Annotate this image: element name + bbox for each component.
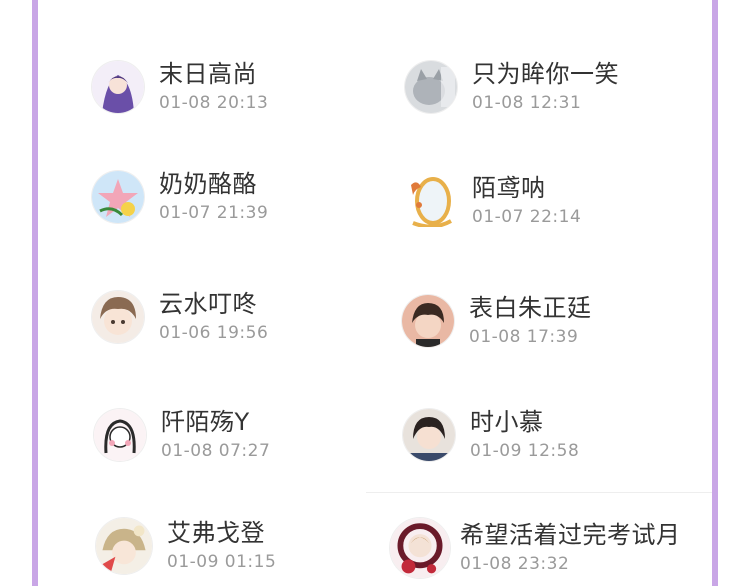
user-name[interactable]: 只为眸你一笑 [472, 60, 619, 88]
user-time: 01-08 23:32 [460, 554, 570, 574]
boy-portrait-icon[interactable] [402, 295, 454, 347]
user-card[interactable]: 云水叮咚 01-06 19:56 [92, 290, 268, 344]
user-card[interactable]: 末日高尚 01-08 20:13 [92, 60, 268, 114]
user-card[interactable]: 阡陌殇Y 01-08 07:27 [94, 408, 270, 462]
user-card[interactable]: 表白朱正廷 01-08 17:39 [402, 294, 592, 348]
user-name[interactable]: 云水叮咚 [159, 290, 268, 318]
user-card[interactable]: 希望活着过完考试月 01-08 23:32 [390, 518, 681, 578]
girl-portrait-icon[interactable] [403, 409, 455, 461]
cartoon-star-icon[interactable] [92, 171, 144, 223]
user-time: 01-09 12:58 [470, 441, 580, 461]
user-card[interactable]: 只为眸你一笑 01-08 12:31 [405, 60, 619, 114]
grey-cat-icon[interactable] [405, 61, 457, 113]
user-card[interactable]: 时小慕 01-09 12:58 [403, 408, 579, 462]
frame-border-right [712, 0, 718, 586]
user-card[interactable]: 陌鸢呐 01-07 22:14 [405, 174, 581, 228]
anime-boy-icon[interactable] [92, 291, 144, 343]
user-name[interactable]: 陌鸢呐 [472, 174, 581, 202]
user-name[interactable]: 阡陌殇Y [161, 408, 270, 436]
row-divider [366, 492, 712, 493]
user-card[interactable]: 奶奶酪酪 01-07 21:39 [92, 170, 268, 224]
user-name[interactable]: 时小慕 [470, 408, 579, 436]
user-name[interactable]: 希望活着过完考试月 [460, 521, 681, 549]
user-time: 01-08 17:39 [469, 327, 579, 347]
user-name[interactable]: 表白朱正廷 [469, 294, 592, 322]
mirror-sticker-icon[interactable] [405, 175, 457, 227]
user-time: 01-07 21:39 [159, 203, 269, 223]
user-name[interactable]: 奶奶酪酪 [159, 170, 268, 198]
user-name[interactable]: 艾弗戈登 [167, 519, 276, 547]
sketch-girl-icon[interactable] [94, 409, 146, 461]
user-time: 01-06 19:56 [159, 323, 269, 343]
anime-purple-girl-icon[interactable] [92, 61, 144, 113]
user-time: 01-08 20:13 [159, 93, 269, 113]
user-time: 01-09 01:15 [167, 552, 277, 572]
user-time: 01-08 07:27 [161, 441, 271, 461]
user-card[interactable]: 艾弗戈登 01-09 01:15 [96, 518, 276, 574]
anime-hat-girl-icon[interactable] [96, 518, 152, 574]
user-time: 01-07 22:14 [472, 207, 582, 227]
user-name[interactable]: 末日高尚 [159, 60, 268, 88]
rose-frame-icon[interactable] [390, 518, 450, 578]
user-time: 01-08 12:31 [472, 93, 582, 113]
